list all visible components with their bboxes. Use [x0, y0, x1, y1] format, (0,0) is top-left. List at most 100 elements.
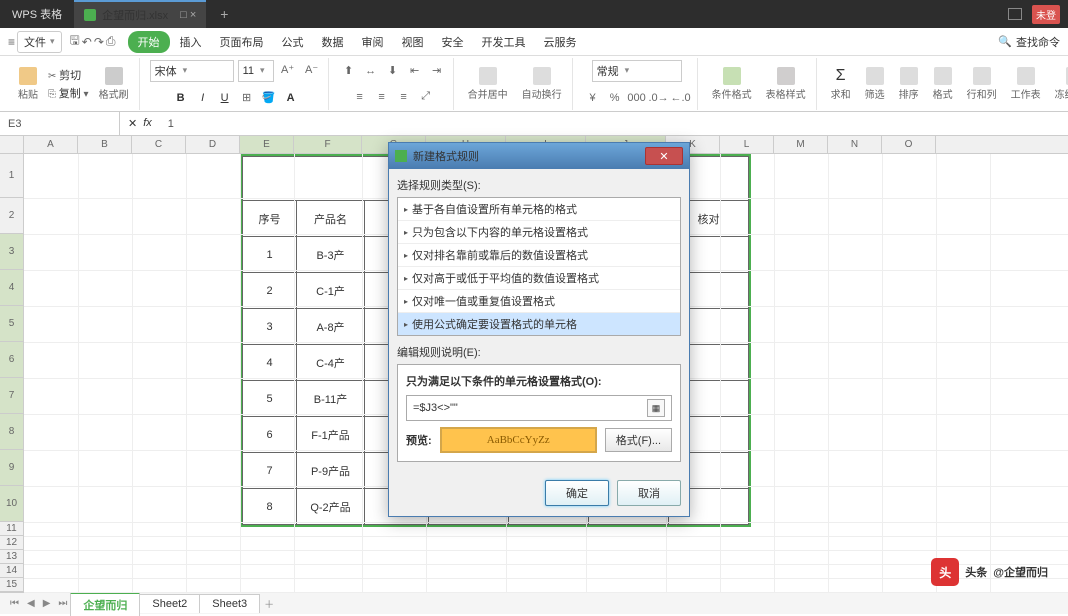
column-header[interactable]: N — [828, 136, 882, 153]
row-header[interactable]: 13 — [0, 550, 23, 564]
menu-start[interactable]: 开始 — [128, 31, 170, 53]
rule-type-list[interactable]: ▸ 基于各自值设置所有单元格的格式▸ 只为包含以下内容的单元格设置格式▸ 仅对排… — [397, 197, 681, 336]
row-header[interactable]: 15 — [0, 578, 23, 592]
merge-button[interactable]: 合并居中 — [464, 65, 512, 103]
rule-type-option[interactable]: ▸ 使用公式确定要设置格式的单元格 — [398, 313, 680, 335]
sheet-tab-2[interactable]: Sheet2 — [139, 594, 200, 613]
row-header[interactable]: 14 — [0, 564, 23, 578]
menu-dev[interactable]: 开发工具 — [474, 30, 534, 54]
dialog-close-button[interactable]: ✕ — [645, 147, 683, 165]
bold-button[interactable]: B — [171, 88, 191, 108]
rule-type-option[interactable]: ▸ 基于各自值设置所有单元格的格式 — [398, 198, 680, 221]
row-header[interactable]: 10 — [0, 486, 23, 522]
menu-formula[interactable]: 公式 — [274, 30, 312, 54]
column-header[interactable]: E — [240, 136, 294, 153]
rowcol-button[interactable]: 行和列 — [963, 65, 1001, 103]
ok-button[interactable]: 确定 — [545, 480, 609, 506]
tab-nav-first[interactable]: ⏮ — [6, 598, 23, 609]
freeze-button[interactable]: 冻结窗格 — [1051, 65, 1068, 103]
row-header[interactable]: 5 — [0, 306, 23, 342]
row-header[interactable]: 11 — [0, 522, 23, 536]
tab-nav-last[interactable]: ⏭ — [54, 598, 71, 609]
redo-icon[interactable]: ↷ — [94, 35, 104, 49]
column-header[interactable]: M — [774, 136, 828, 153]
condition-formula-input[interactable] — [413, 402, 643, 414]
sort-button[interactable]: 排序 — [895, 65, 923, 103]
menu-security[interactable]: 安全 — [434, 30, 472, 54]
save-icon[interactable]: 🖫 — [70, 31, 80, 52]
font-size-select[interactable]: 11▾ — [238, 60, 274, 82]
cancel-button[interactable]: 取消 — [617, 480, 681, 506]
column-header[interactable]: A — [24, 136, 78, 153]
menu-insert[interactable]: 插入 — [172, 30, 210, 54]
tab-nav-prev[interactable]: ◀ — [23, 598, 39, 609]
tab-nav-next[interactable]: ▶ — [39, 598, 55, 609]
sheet-tab-1[interactable]: 企望而归 — [70, 592, 140, 616]
increase-font-icon[interactable]: A⁺ — [278, 60, 298, 80]
fill-color-button[interactable]: 🪣 — [259, 88, 279, 108]
select-all-corner[interactable] — [0, 136, 24, 154]
orientation-icon[interactable]: ⤢ — [416, 87, 436, 107]
dec-inc-icon[interactable]: .0→ — [649, 88, 669, 108]
new-tab-button[interactable]: + — [206, 6, 242, 22]
worksheet-button[interactable]: 工作表 — [1007, 65, 1045, 103]
currency-icon[interactable]: ¥ — [583, 88, 603, 108]
align-center-icon[interactable]: ≡ — [372, 87, 392, 107]
decrease-font-icon[interactable]: A⁻ — [302, 60, 322, 80]
row-header[interactable]: 12 — [0, 536, 23, 550]
align-right-icon[interactable]: ≡ — [394, 87, 414, 107]
format-painter-button[interactable]: 格式刷 — [95, 65, 133, 103]
wrap-button[interactable]: 自动换行 — [518, 65, 566, 103]
cut-button[interactable]: ✂ 剪切 — [48, 67, 89, 83]
menu-layout[interactable]: 页面布局 — [212, 30, 272, 54]
column-header[interactable]: D — [186, 136, 240, 153]
column-header[interactable]: L — [720, 136, 774, 153]
dec-dec-icon[interactable]: ←.0 — [671, 88, 691, 108]
login-badge[interactable]: 未登 — [1032, 5, 1060, 24]
number-format-select[interactable]: 常规▾ — [592, 60, 682, 82]
column-header[interactable]: O — [882, 136, 936, 153]
sheet-tab-3[interactable]: Sheet3 — [199, 594, 260, 613]
indent-inc-icon[interactable]: ⇥ — [427, 61, 447, 81]
copy-button[interactable]: ⎘ 复制 ▾ — [48, 85, 89, 101]
format-button[interactable]: 格式(F)... — [605, 428, 672, 452]
italic-button[interactable]: I — [193, 88, 213, 108]
undo-icon[interactable]: ↶ — [82, 35, 92, 49]
sum-button[interactable]: Σ求和 — [827, 65, 855, 103]
align-bot-icon[interactable]: ⬇ — [383, 61, 403, 81]
dialog-titlebar[interactable]: 新建格式规则 ✕ — [389, 143, 689, 169]
formula-input[interactable]: 1 — [160, 118, 1068, 130]
fx-cancel-icon[interactable]: ✕ — [128, 117, 137, 130]
menu-data[interactable]: 数据 — [314, 30, 352, 54]
cond-format-button[interactable]: 条件格式 — [708, 65, 756, 103]
fx-icon[interactable]: fx — [143, 117, 152, 130]
add-sheet-button[interactable]: ＋ — [260, 596, 278, 611]
filter-button[interactable]: 筛选 — [861, 65, 889, 103]
file-tab[interactable]: 企望而归.xlsx □ × — [74, 0, 206, 28]
rule-type-option[interactable]: ▸ 仅对唯一值或重复值设置格式 — [398, 290, 680, 313]
column-header[interactable]: B — [78, 136, 132, 153]
rule-type-option[interactable]: ▸ 只为包含以下内容的单元格设置格式 — [398, 221, 680, 244]
comma-icon[interactable]: 000 — [627, 88, 647, 108]
row-header[interactable]: 3 — [0, 234, 23, 270]
font-name-select[interactable]: 宋体▾ — [150, 60, 234, 82]
range-selector-button[interactable]: ▦ — [647, 399, 665, 417]
row-header[interactable]: 7 — [0, 378, 23, 414]
file-menu[interactable]: 文件▾ — [17, 31, 62, 53]
percent-icon[interactable]: % — [605, 88, 625, 108]
menu-view[interactable]: 视图 — [394, 30, 432, 54]
hamburger-icon[interactable]: ≡ — [8, 35, 15, 49]
paste-button[interactable]: 粘贴 — [14, 65, 42, 103]
rule-type-option[interactable]: ▸ 仅对排名靠前或靠后的数值设置格式 — [398, 244, 680, 267]
row-header[interactable]: 8 — [0, 414, 23, 450]
align-left-icon[interactable]: ≡ — [350, 87, 370, 107]
row-header[interactable]: 9 — [0, 450, 23, 486]
font-color-button[interactable]: A — [281, 88, 301, 108]
command-search[interactable]: 🔍查找命令 — [998, 34, 1060, 50]
row-header[interactable]: 6 — [0, 342, 23, 378]
rule-type-option[interactable]: ▸ 仅对高于或低于平均值的数值设置格式 — [398, 267, 680, 290]
row-header[interactable]: 2 — [0, 198, 23, 234]
menu-review[interactable]: 审阅 — [354, 30, 392, 54]
table-style-button[interactable]: 表格样式 — [762, 65, 810, 103]
column-header[interactable]: C — [132, 136, 186, 153]
